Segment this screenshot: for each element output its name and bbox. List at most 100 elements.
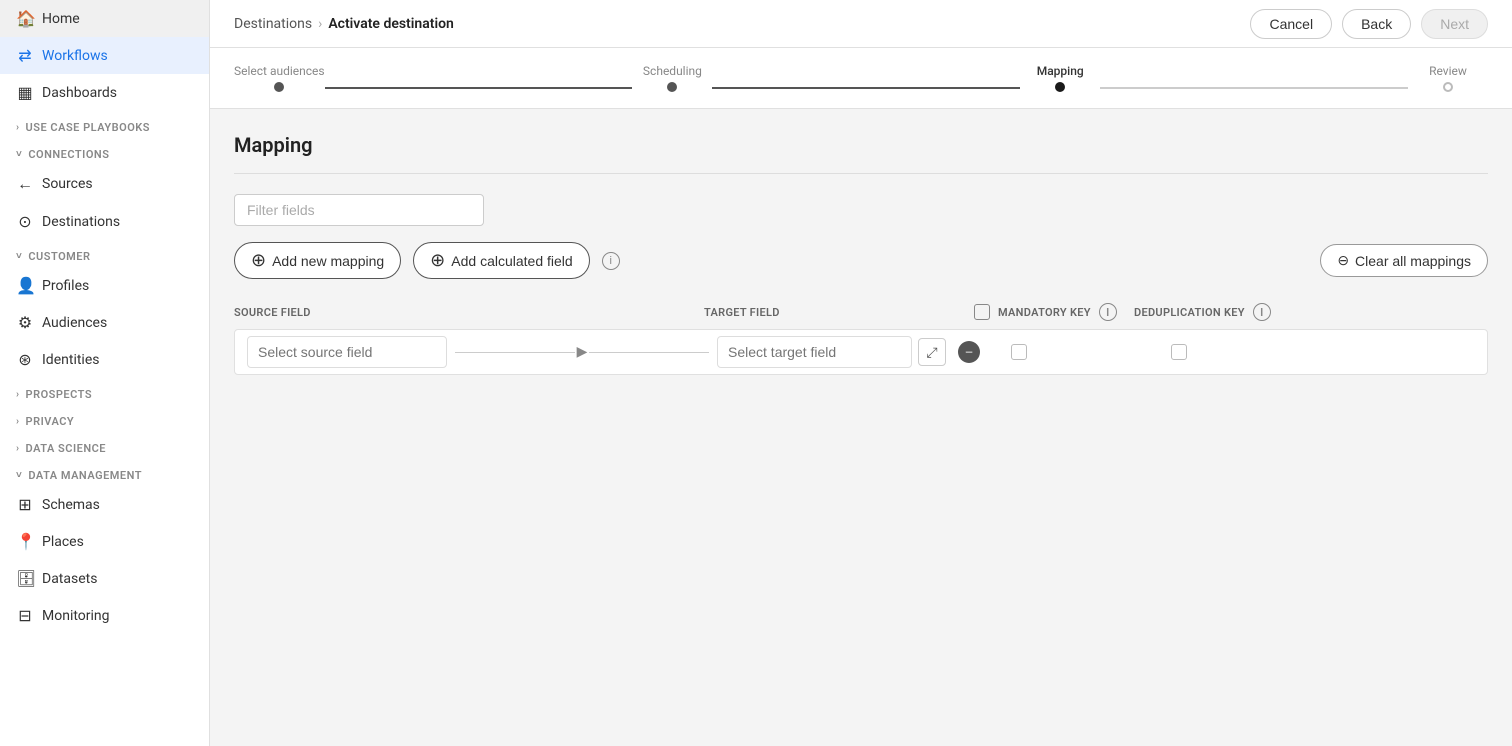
- calculated-field-info-icon[interactable]: i: [602, 252, 620, 270]
- mapping-row: ▶ ⤢ −: [234, 329, 1488, 375]
- source-field-input[interactable]: [247, 336, 447, 368]
- chevron-right-icon-prospects: ›: [16, 389, 20, 400]
- mandatory-key-header-label: MANDATORY KEY: [998, 306, 1091, 319]
- sidebar-item-profiles[interactable]: 👤 Profiles: [0, 267, 209, 304]
- step-review-dot: [1443, 82, 1453, 92]
- source-field-header-label: SOURCE FIELD: [234, 306, 311, 319]
- sidebar-section-prospects[interactable]: › PROSPECTS: [0, 378, 209, 405]
- sidebar-item-datasets[interactable]: 🗄 Datasets: [0, 560, 209, 597]
- sidebar-section-data-management[interactable]: ˅ DATA MANAGEMENT: [0, 459, 209, 486]
- expand-icon: ⤢: [926, 344, 937, 361]
- sidebar-destinations-label: Destinations: [42, 214, 120, 230]
- step-scheduling-label: Scheduling: [643, 64, 702, 78]
- arrow-connector: ▶: [447, 344, 717, 360]
- topbar-actions: Cancel Back Next: [1250, 9, 1488, 39]
- home-icon: 🏠: [16, 9, 34, 28]
- places-icon: 📍: [16, 532, 34, 551]
- dashboards-icon: ▦: [16, 83, 34, 102]
- col-header-dedup: DEDUPLICATION KEY i: [1134, 303, 1294, 321]
- target-field-header-label: TARGET FIELD: [704, 306, 780, 319]
- content-area: Mapping ⊕ Add new mapping ⊕ Add calculat…: [210, 109, 1512, 746]
- add-new-mapping-button[interactable]: ⊕ Add new mapping: [234, 242, 401, 279]
- step-line-2: [712, 87, 1020, 89]
- step-line-3: [1100, 87, 1408, 89]
- sidebar-section-customer[interactable]: ˅ CUSTOMER: [0, 240, 209, 267]
- sidebar-item-monitoring[interactable]: ⊟ Monitoring: [0, 597, 209, 634]
- sidebar-workflows-label: Workflows: [42, 48, 108, 64]
- dedup-key-checkbox[interactable]: [1171, 344, 1187, 360]
- minus-icon: −: [964, 343, 973, 362]
- sidebar-section-connections[interactable]: ˅ CONNECTIONS: [0, 138, 209, 165]
- step-select-audiences: Select audiences: [234, 64, 325, 92]
- sidebar-section-privacy[interactable]: › PRIVACY: [0, 405, 209, 432]
- arrow-right-icon: ▶: [577, 344, 588, 360]
- page-title: Mapping: [234, 133, 1488, 157]
- filter-input[interactable]: [234, 194, 484, 226]
- sidebar-item-schemas[interactable]: ⊞ Schemas: [0, 486, 209, 523]
- main-content: Destinations › Activate destination Canc…: [210, 0, 1512, 746]
- arrow-line: [455, 352, 575, 353]
- col-header-target: TARGET FIELD: [704, 303, 974, 321]
- customer-label: CUSTOMER: [28, 250, 90, 263]
- action-bar: ⊕ Add new mapping ⊕ Add calculated field…: [234, 242, 1488, 279]
- cancel-button[interactable]: Cancel: [1250, 9, 1332, 39]
- chevron-down-icon-customer: ˅: [16, 251, 22, 262]
- step-scheduling-dot: [667, 82, 677, 92]
- col-header-mandatory: MANDATORY KEY i: [974, 303, 1134, 321]
- stepper: Select audiences Scheduling Mapping Revi…: [210, 48, 1512, 109]
- chevron-right-icon-privacy: ›: [16, 416, 20, 427]
- use-case-playbooks-label: USE CASE PLAYBOOKS: [26, 121, 150, 134]
- source-field-section: ▶: [247, 336, 717, 368]
- col-header-source: SOURCE FIELD: [234, 303, 704, 321]
- target-field-input[interactable]: [717, 336, 912, 368]
- sidebar-sources-label: Sources: [42, 176, 93, 192]
- sidebar-home-label: Home: [42, 11, 80, 27]
- chevron-right-icon: ›: [16, 122, 20, 133]
- step-scheduling: Scheduling: [632, 64, 712, 92]
- add-new-mapping-label: Add new mapping: [272, 253, 384, 269]
- mapping-table-header: SOURCE FIELD TARGET FIELD MANDATORY KEY …: [234, 303, 1488, 329]
- step-review: Review: [1408, 64, 1488, 92]
- audiences-icon: ⚙: [16, 313, 34, 332]
- add-calculated-field-button[interactable]: ⊕ Add calculated field: [413, 242, 590, 279]
- step-mapping-dot: [1055, 82, 1065, 92]
- mapping-divider: [234, 173, 1488, 174]
- step-mapping: Mapping: [1020, 64, 1100, 92]
- sidebar-item-workflows[interactable]: ⇄ Workflows: [0, 37, 209, 74]
- sidebar-item-home[interactable]: 🏠 Home: [0, 0, 209, 37]
- minus-icon-clear: ⊖: [1337, 252, 1349, 269]
- schemas-icon: ⊞: [16, 495, 34, 514]
- back-button[interactable]: Back: [1342, 9, 1411, 39]
- sidebar-schemas-label: Schemas: [42, 497, 100, 513]
- step-mapping-label: Mapping: [1037, 64, 1084, 78]
- sidebar-item-identities[interactable]: ⊛ Identities: [0, 341, 209, 378]
- sidebar-item-audiences[interactable]: ⚙ Audiences: [0, 304, 209, 341]
- target-field-section: ⤢ −: [717, 336, 987, 368]
- sidebar-item-destinations[interactable]: ⊙ Destinations: [0, 203, 209, 240]
- sidebar-monitoring-label: Monitoring: [42, 608, 110, 624]
- mandatory-key-info-icon[interactable]: i: [1099, 303, 1117, 321]
- remove-mapping-button[interactable]: −: [958, 341, 980, 363]
- privacy-label: PRIVACY: [26, 415, 75, 428]
- clear-all-mappings-button[interactable]: ⊖ Clear all mappings: [1320, 244, 1488, 277]
- data-science-label: DATA SCIENCE: [26, 442, 106, 455]
- deduplication-key-header-label: DEDUPLICATION KEY: [1134, 306, 1245, 319]
- sidebar-item-sources[interactable]: ← Sources: [0, 165, 209, 203]
- breadcrumb-current: Activate destination: [328, 16, 454, 32]
- step-line-1: [325, 87, 633, 89]
- sidebar-dashboards-label: Dashboards: [42, 85, 117, 101]
- step-select-audiences-label: Select audiences: [234, 64, 325, 78]
- sidebar-audiences-label: Audiences: [42, 315, 107, 331]
- breadcrumb-separator: ›: [318, 16, 322, 32]
- sidebar-section-data-science[interactable]: › DATA SCIENCE: [0, 432, 209, 459]
- target-field-action-button[interactable]: ⤢: [918, 338, 946, 366]
- mandatory-key-checkbox[interactable]: [1011, 344, 1027, 360]
- sidebar-section-use-case-playbooks[interactable]: › USE CASE PLAYBOOKS: [0, 111, 209, 138]
- breadcrumb-parent: Destinations: [234, 16, 312, 32]
- dedup-key-info-icon[interactable]: i: [1253, 303, 1271, 321]
- sidebar-item-dashboards[interactable]: ▦ Dashboards: [0, 74, 209, 111]
- destinations-icon: ⊙: [16, 212, 34, 231]
- mandatory-key-cell: [987, 344, 1147, 360]
- mandatory-key-checkbox-header: [974, 304, 990, 320]
- sidebar-item-places[interactable]: 📍 Places: [0, 523, 209, 560]
